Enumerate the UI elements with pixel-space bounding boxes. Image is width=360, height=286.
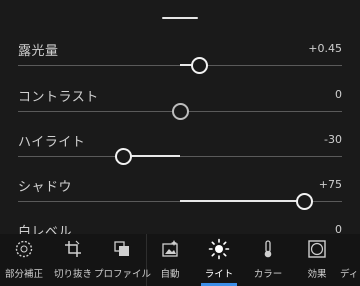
slider-value: 0 [335, 88, 342, 101]
tool-label: 自動 [160, 269, 180, 280]
color-icon [240, 238, 296, 260]
slider-thumb[interactable] [115, 148, 132, 165]
tool-auto[interactable]: 自動 [142, 238, 198, 284]
slider-thumb[interactable] [191, 57, 208, 74]
slider-track[interactable] [18, 156, 342, 157]
tool-detail[interactable]: ディ [330, 238, 360, 284]
slider-label: 露光量 [18, 44, 59, 59]
tool-light[interactable]: ライト [191, 238, 247, 284]
tool-label: 切り抜き [53, 269, 92, 280]
slider-value: +75 [318, 178, 342, 191]
light-icon [191, 238, 247, 260]
slider-shadows[interactable]: シャドウ +75 [0, 176, 360, 222]
panel-drag-handle[interactable] [162, 17, 198, 19]
slider-value: 0 [335, 223, 342, 234]
tool-crop[interactable]: 切り抜き [45, 238, 101, 284]
tool-label: ライト [204, 269, 234, 280]
slider-highlights[interactable]: ハイライト -30 [0, 131, 360, 177]
slider-label: 白レベル [18, 225, 73, 234]
slider-value: +0.45 [308, 42, 342, 55]
tool-color[interactable]: カラー [240, 238, 296, 284]
tool-label: カラー [253, 269, 283, 280]
slider-whites[interactable]: 白レベル 0 [0, 221, 360, 234]
auto-icon [142, 238, 198, 260]
slider-exposure[interactable]: 露光量 +0.45 [0, 40, 360, 86]
slider-label: シャドウ [18, 180, 73, 195]
slider-value: -30 [324, 133, 342, 146]
slider-label: ハイライト [18, 135, 86, 150]
slider-contrast[interactable]: コントラスト 0 [0, 86, 360, 132]
slider-label: コントラスト [18, 90, 99, 105]
slider-thumb[interactable] [172, 103, 189, 120]
tool-label: ディ [340, 269, 359, 280]
slider-thumb[interactable] [296, 193, 313, 210]
detail-icon [330, 238, 360, 260]
crop-icon [45, 238, 101, 260]
slider-fill [180, 200, 304, 202]
